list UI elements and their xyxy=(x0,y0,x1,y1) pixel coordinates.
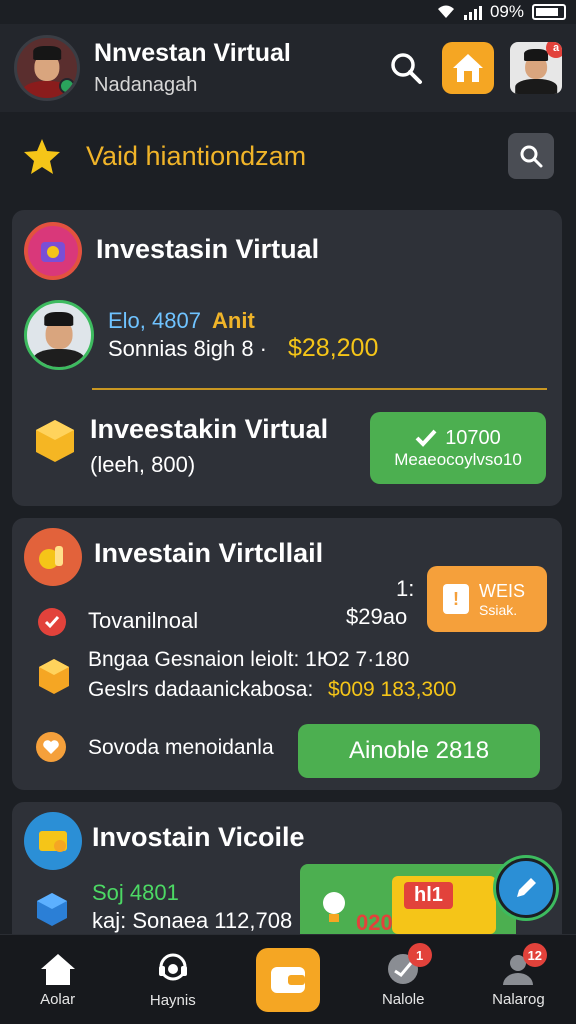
status-bar: 09% xyxy=(0,0,576,24)
wallet-icon xyxy=(24,222,82,280)
lightbulb-icon xyxy=(323,892,345,922)
product-subtitle: (leeh, 800) xyxy=(90,452,196,477)
warning-button-line1: WEIS xyxy=(479,580,526,601)
edit-fab[interactable] xyxy=(496,858,556,918)
app-title: Nnvestan Virtual xyxy=(94,39,291,67)
nav-label: Nalarog xyxy=(492,991,545,1008)
nav-label: Haynis xyxy=(149,992,196,1009)
detail-line-2-label: Geslrs dadaanickabosa: xyxy=(88,678,314,701)
wifi-icon xyxy=(437,5,454,18)
notification-badge: a xyxy=(546,42,562,58)
banner-search-button[interactable] xyxy=(508,133,554,179)
banner-title: Vaid hiantiondzam xyxy=(86,140,307,171)
investor-avatar[interactable] xyxy=(24,300,94,370)
nav-item-center[interactable] xyxy=(230,935,345,1024)
invest-button-label: Meaeocoylvso10 xyxy=(394,449,522,469)
gold-box-icon xyxy=(39,659,69,694)
heart-icon xyxy=(36,732,66,762)
promo-number: 020 xyxy=(356,910,393,934)
invest-button-value: 10700 xyxy=(445,426,501,449)
check-icon xyxy=(415,429,437,447)
blue-box-icon xyxy=(37,893,67,926)
app-header: Nnvestan Virtual Nadanagah a xyxy=(0,24,576,112)
detail-line-1: Bngaa Gesnaion leiolt: 1Ю2 7·180 xyxy=(88,648,410,671)
product-title: Inveestakin Virtual xyxy=(90,414,329,444)
investor-id: Elo, 4807 xyxy=(108,308,201,333)
nav-item-home[interactable]: Aolar xyxy=(0,935,115,1024)
signal-icon xyxy=(463,4,482,20)
detail-line-2-amount: $009 183,300 xyxy=(328,678,457,701)
nav-label: Nalole xyxy=(381,991,425,1008)
available-button[interactable]: Ainoble 2818 xyxy=(298,724,540,778)
nav-badge: 1 xyxy=(407,943,432,967)
search-icon xyxy=(520,145,543,168)
card-title: Investain Virtcllail xyxy=(94,538,324,568)
house-icon xyxy=(453,54,483,82)
investor-info: Sonnias 8igh 8 · xyxy=(108,336,267,361)
nav-item-messages[interactable]: 1 Nalole xyxy=(346,935,461,1024)
invest-button[interactable]: 10700 Meaeocoylvso10 xyxy=(370,412,546,484)
home-button[interactable] xyxy=(442,42,494,94)
promo-banner[interactable]: hl1 020 xyxy=(300,864,516,934)
warning-action-button[interactable]: ! WEIS Ssiak. xyxy=(427,566,547,632)
card-title: Investasin Virtual xyxy=(96,234,320,264)
promo-tag: hl1 xyxy=(404,882,453,909)
side-number: 1: xyxy=(396,576,415,601)
bottom-label: Sovoda menoidanla xyxy=(88,736,274,759)
investor-amount: $28,200 xyxy=(288,334,379,362)
nav-item-support[interactable]: Haynis xyxy=(115,935,230,1024)
card-amount: $29ao xyxy=(346,604,408,629)
card-title: Invostain Vicoile xyxy=(92,822,305,852)
battery-percent: 09% xyxy=(489,2,524,21)
investment-card-1[interactable]: Investasin Virtual Elo, 4807 Anit Sonnia… xyxy=(12,210,562,506)
gold-box-icon xyxy=(36,420,74,462)
nav-label: Aolar xyxy=(40,991,76,1008)
online-status-icon xyxy=(59,78,75,94)
app-subtitle: Nadanagah xyxy=(94,74,198,96)
card3-line-1: Soj 4801 xyxy=(92,880,179,905)
nav-badge: 12 xyxy=(522,943,547,967)
divider xyxy=(92,388,547,390)
check-circle-icon xyxy=(38,608,66,636)
investor-tag: Anit xyxy=(212,308,255,333)
battery-icon xyxy=(532,4,566,20)
wallet-icon xyxy=(271,966,305,993)
gift-card-icon xyxy=(24,812,82,870)
pencil-icon xyxy=(517,878,536,897)
coins-icon xyxy=(24,528,82,586)
headset-icon xyxy=(158,953,187,981)
star-icon xyxy=(24,139,60,174)
nav-item-profile[interactable]: 12 Nalarog xyxy=(461,935,576,1024)
check-label: Tovanilnoal xyxy=(88,608,199,633)
profile-avatar[interactable] xyxy=(14,35,80,101)
search-icon xyxy=(391,53,422,84)
card3-line-2: kaj: Sonaea 112,708 xyxy=(92,908,293,933)
wallet-center-button[interactable] xyxy=(256,947,320,1012)
account-avatar[interactable]: a xyxy=(510,42,562,94)
search-button[interactable] xyxy=(380,42,432,94)
investment-card-3[interactable]: Invostain Vicoile Soj 4801 kaj: Sonaea 1… xyxy=(12,802,562,934)
alert-icon: ! xyxy=(443,584,469,614)
featured-banner: Vaid hiantiondzam xyxy=(0,112,576,200)
warning-button-line2: Ssiak. xyxy=(479,601,518,618)
house-icon xyxy=(40,954,75,985)
bottom-navigation: Aolar Haynis 1 Nalole 12 Nalarog xyxy=(0,934,576,1024)
investment-card-2[interactable]: Investain Virtcllail 1: $29ao Tovanilnoa… xyxy=(12,518,562,790)
